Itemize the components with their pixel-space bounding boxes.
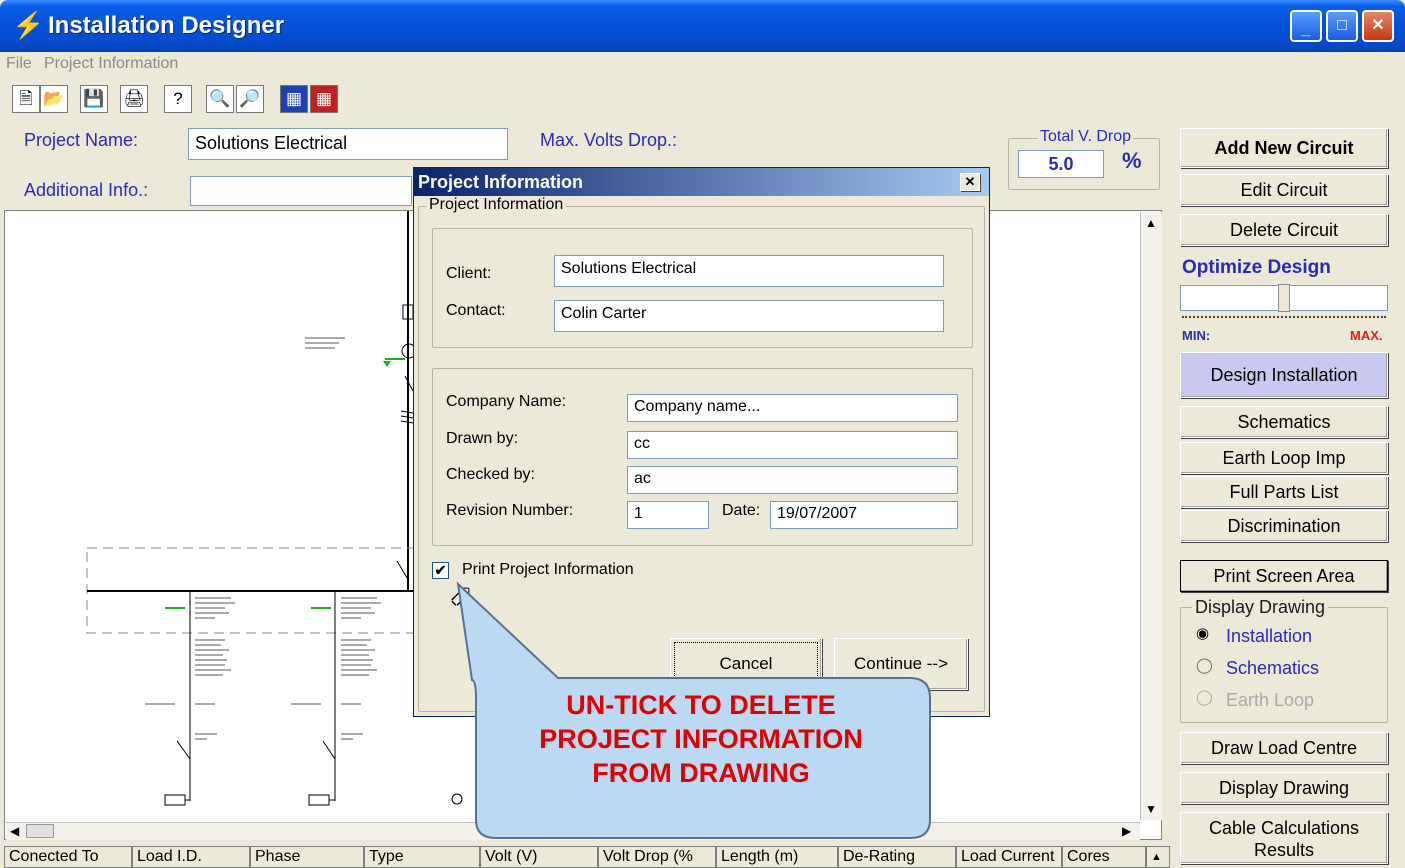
zoom-in-icon[interactable]: 🔍 bbox=[206, 85, 234, 113]
design-installation-button[interactable]: Design Installation bbox=[1180, 352, 1388, 398]
us-flag-icon[interactable]: ▦ bbox=[310, 85, 338, 113]
app-icon: ⚡ bbox=[12, 10, 45, 40]
slider-ticks bbox=[1182, 314, 1386, 318]
new-file-icon[interactable]: 🗎 bbox=[12, 85, 40, 113]
cable-calculations-results-button[interactable]: Cable Calculations Results bbox=[1180, 812, 1388, 864]
dialog-close-icon[interactable]: ✕ bbox=[960, 173, 980, 191]
scroll-thumb[interactable] bbox=[26, 824, 54, 838]
radio-installation-icon[interactable]: ◉ bbox=[1196, 624, 1209, 642]
drawn-by-label: Drawn by: bbox=[446, 430, 519, 447]
print-project-info-label: Print Project Information bbox=[462, 561, 634, 578]
project-name-label: Project Name: bbox=[24, 130, 139, 150]
delete-circuit-button[interactable]: Delete Circuit bbox=[1180, 214, 1388, 246]
title-bar: ⚡ Installation Designer _ □ ✕ bbox=[0, 0, 1405, 52]
max-label: MAX. bbox=[1350, 328, 1383, 343]
earth-loop-imp-button[interactable]: Earth Loop Imp bbox=[1180, 442, 1388, 474]
discrimination-button[interactable]: Discrimination bbox=[1180, 510, 1388, 542]
scroll-down-icon[interactable]: ▼ bbox=[1145, 802, 1157, 816]
optimize-design-label: Optimize Design bbox=[1182, 257, 1331, 278]
date-input[interactable]: 19/07/2007 bbox=[770, 501, 958, 529]
full-parts-list-button[interactable]: Full Parts List bbox=[1180, 476, 1388, 508]
minimize-icon[interactable]: _ bbox=[1290, 10, 1322, 42]
total-vdrop-label: Total V. Drop bbox=[1038, 128, 1134, 146]
optimize-slider[interactable] bbox=[1180, 284, 1388, 312]
revision-number-label: Revision Number: bbox=[446, 502, 574, 519]
contact-input[interactable]: Colin Carter bbox=[554, 300, 944, 332]
open-folder-icon[interactable]: 📂 bbox=[40, 85, 68, 113]
close-icon[interactable]: ✕ bbox=[1362, 10, 1394, 42]
checked-by-input[interactable]: ac bbox=[627, 466, 958, 494]
print-icon[interactable]: 🖨 bbox=[120, 85, 148, 113]
radio-schematics-icon[interactable]: ◯ bbox=[1196, 656, 1213, 674]
client-label: Client: bbox=[446, 265, 492, 282]
scroll-left-icon[interactable]: ◀ bbox=[10, 824, 19, 838]
schematics-button[interactable]: Schematics bbox=[1180, 406, 1388, 438]
menu-bar: File Project Information bbox=[0, 52, 1405, 76]
project-name-input[interactable]: Solutions Electrical bbox=[188, 128, 508, 160]
revision-number-input[interactable]: 1 bbox=[627, 501, 709, 529]
radio-earth-loop-label: Earth Loop bbox=[1226, 690, 1315, 710]
checked-by-label: Checked by: bbox=[446, 466, 535, 483]
cable-calc-line1: Cable Calculations bbox=[1208, 818, 1360, 838]
cable-calc-line2: Results bbox=[1253, 840, 1315, 860]
vertical-scrollbar[interactable]: ▲ ▼ bbox=[1140, 212, 1162, 820]
callout-line2: PROJECT INFORMATION bbox=[539, 724, 863, 754]
max-volts-label: Max. Volts Drop.: bbox=[540, 130, 678, 150]
dialog-title: Project Information bbox=[414, 168, 989, 196]
col-header-phase[interactable]: Phase bbox=[250, 846, 364, 868]
scroll-right-icon[interactable]: ▶ bbox=[1122, 824, 1131, 838]
save-icon[interactable]: 💾 bbox=[80, 85, 108, 113]
menu-file[interactable]: File bbox=[6, 55, 32, 73]
scroll-up-icon[interactable]: ▲ bbox=[1145, 216, 1157, 230]
callout-message: UN-TICK TO DELETE PROJECT INFORMATION FR… bbox=[478, 688, 924, 790]
help-icon[interactable]: ? bbox=[164, 85, 192, 113]
zoom-out-icon[interactable]: 🔎 bbox=[236, 85, 264, 113]
client-input[interactable]: Solutions Electrical bbox=[554, 255, 944, 287]
maximize-icon[interactable]: □ bbox=[1326, 10, 1358, 42]
dialog-group-label: Project Information bbox=[426, 196, 567, 214]
date-label: Date: bbox=[722, 502, 761, 519]
contact-label: Contact: bbox=[446, 302, 506, 319]
slider-thumb[interactable] bbox=[1278, 284, 1290, 312]
col-header-connected-to[interactable]: Conected To bbox=[4, 846, 132, 868]
col-header-cores[interactable]: Cores bbox=[1062, 846, 1146, 868]
radio-schematics-label: Schematics bbox=[1226, 658, 1320, 678]
add-new-circuit-button[interactable]: Add New Circuit bbox=[1180, 128, 1388, 168]
edit-circuit-button[interactable]: Edit Circuit bbox=[1180, 174, 1388, 206]
callout-line1: UN-TICK TO DELETE bbox=[566, 690, 836, 720]
window-title: Installation Designer bbox=[48, 12, 285, 39]
print-project-info-checkbox[interactable]: ✔ bbox=[432, 562, 449, 579]
uk-flag-icon[interactable]: ▦ bbox=[280, 85, 308, 113]
drawn-by-input[interactable]: cc bbox=[627, 431, 958, 459]
additional-info-input[interactable] bbox=[190, 176, 412, 206]
col-header-load-current[interactable]: Load Current bbox=[956, 846, 1062, 868]
menu-project-information[interactable]: Project Information bbox=[44, 55, 178, 73]
callout-line3: FROM DRAWING bbox=[592, 758, 810, 788]
radio-installation-label: Installation bbox=[1226, 626, 1313, 646]
radio-earth-loop-icon: ◯ bbox=[1196, 689, 1213, 706]
display-drawing-button[interactable]: Display Drawing bbox=[1180, 772, 1388, 804]
min-label: MIN: bbox=[1182, 328, 1211, 343]
table-scroll-up-icon[interactable]: ▲ bbox=[1146, 846, 1170, 868]
company-name-input[interactable]: Company name... bbox=[627, 394, 958, 422]
company-name-label: Company Name: bbox=[446, 393, 567, 410]
col-header-load-id[interactable]: Load I.D. bbox=[132, 846, 250, 868]
draw-load-centre-button[interactable]: Draw Load Centre bbox=[1180, 732, 1388, 764]
percent-unit: % bbox=[1122, 148, 1142, 173]
print-screen-area-button[interactable]: Print Screen Area bbox=[1180, 560, 1388, 592]
total-vdrop-input[interactable]: 5.0 bbox=[1018, 150, 1104, 178]
display-drawing-group-label: Display Drawing bbox=[1192, 597, 1329, 618]
additional-info-label: Additional Info.: bbox=[24, 180, 149, 200]
